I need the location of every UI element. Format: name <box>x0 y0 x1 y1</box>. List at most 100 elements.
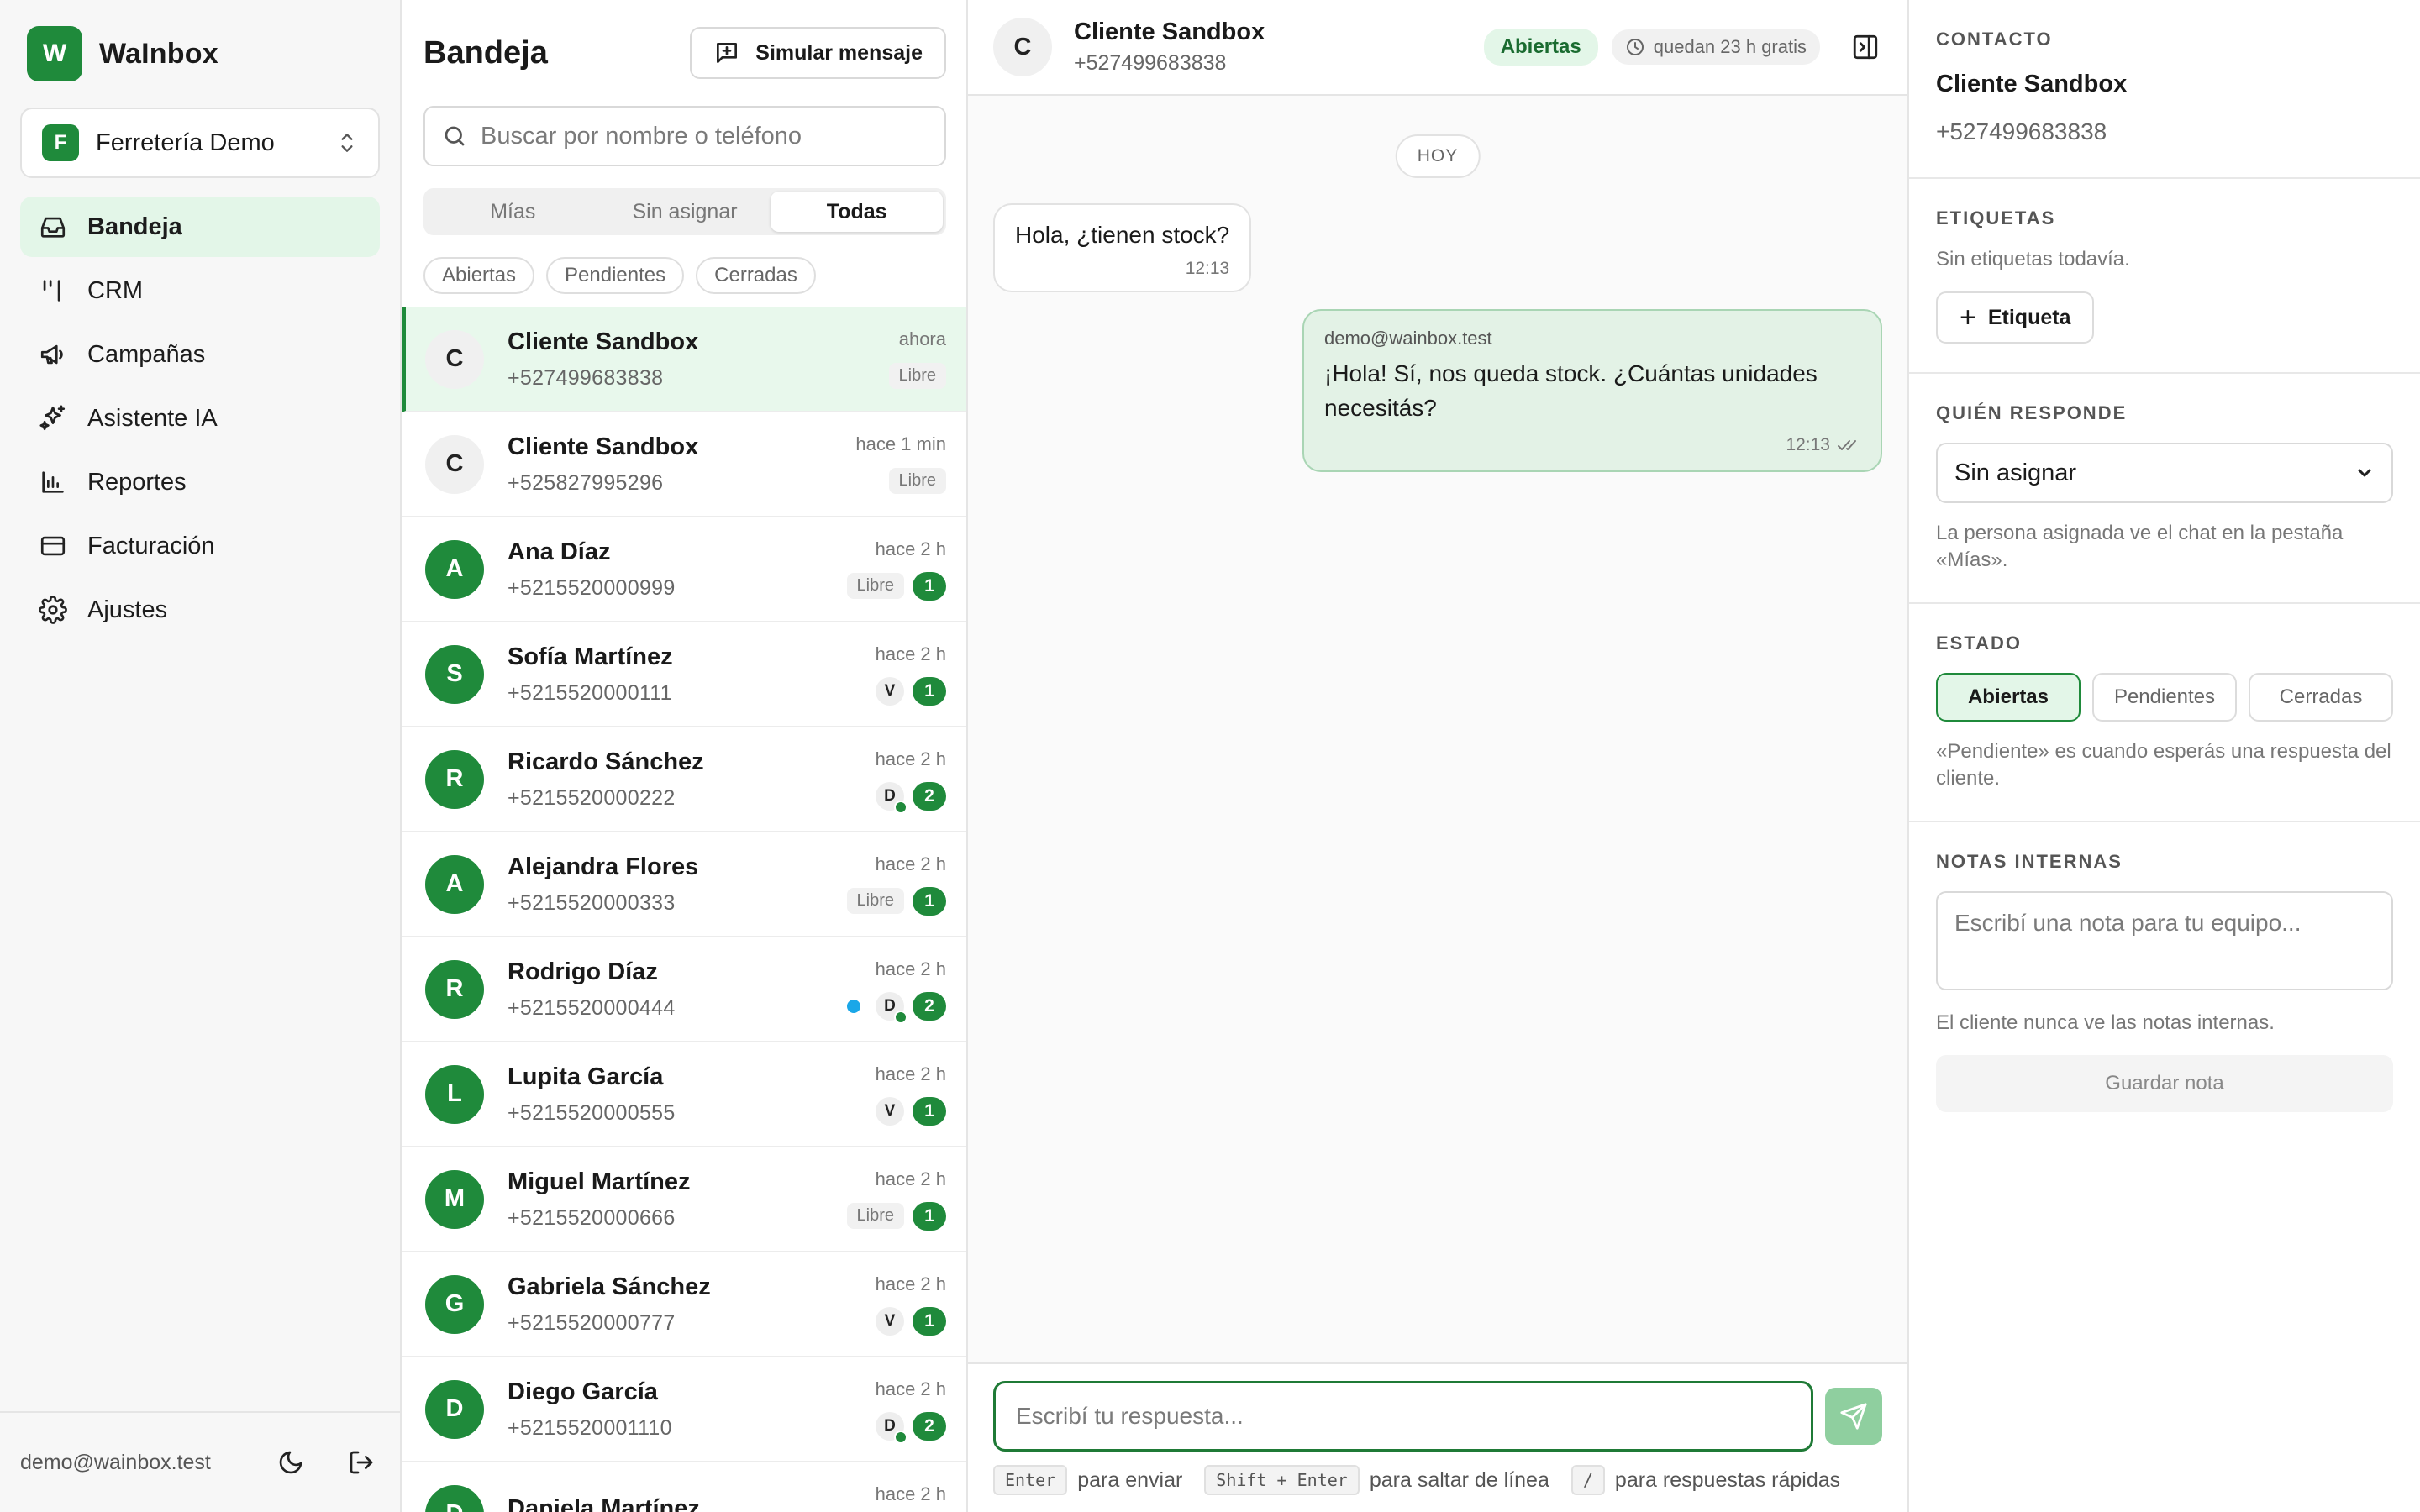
labels-empty-text: Sin etiquetas todavía. <box>1936 248 2130 270</box>
conversation-time: hace 2 h <box>875 643 946 664</box>
panel-right-icon <box>1853 34 1878 60</box>
conversation-name: Sofía Martínez <box>508 643 673 670</box>
state-help-text: «Pendiente» es cuando esperás una respue… <box>1936 740 2391 790</box>
app-root: W WaInbox F Ferretería Demo Bandeja CRM Ca… <box>0 0 2420 1512</box>
avatar: A <box>425 539 484 599</box>
conversation-time: hace 2 h <box>875 1273 946 1294</box>
search-input[interactable] <box>481 122 928 150</box>
segment-tab[interactable]: Todas <box>771 192 944 232</box>
state-option-button[interactable]: Pendientes <box>2092 673 2237 722</box>
sidebar-item-label: CRM <box>87 276 144 304</box>
save-note-button[interactable]: Guardar nota <box>1936 1055 2393 1112</box>
chat-header: C Cliente Sandbox +527499683838 Abiertas… <box>968 0 1907 96</box>
state-option-button[interactable]: Cerradas <box>2249 673 2393 722</box>
conversation-meta: hace 2 h D2 <box>875 1378 946 1444</box>
conversation-meta: hace 2 h D2 <box>847 958 946 1024</box>
filter-chip[interactable]: Abiertas <box>424 257 535 294</box>
clock-icon <box>1626 39 1644 55</box>
chevron-up-down-icon <box>341 134 353 152</box>
conversation-name: Ricardo Sánchez <box>508 748 704 775</box>
conversation-row[interactable]: D Diego García +5215520001110 hace 2 hD2 <box>402 1357 966 1462</box>
keyboard-key: Shift + Enter <box>1204 1465 1360 1495</box>
sparkles-icon <box>39 405 66 431</box>
sidebar-item-bandeja[interactable]: Bandeja <box>20 197 380 257</box>
sidebar-item-reportes[interactable]: Reportes <box>20 452 380 512</box>
segment-tab[interactable]: Sin asignar <box>599 192 771 232</box>
sidebar-item-facturacion[interactable]: Facturación <box>20 516 380 576</box>
conversation-info: Cliente Sandbox +525827995296 <box>508 433 855 496</box>
inbox-title: Bandeja <box>424 34 548 71</box>
conversation-time: hace 1 min <box>855 433 946 454</box>
search-box[interactable] <box>424 106 946 166</box>
conversation-tags: Libre 1 <box>846 1201 946 1231</box>
conversation-info: Sofía Martínez +5215520000111 <box>508 643 876 706</box>
conversation-tags: D2 <box>876 1411 946 1444</box>
logout-button[interactable] <box>343 1444 380 1481</box>
avatar: S <box>425 644 484 704</box>
sidebar-item-campanas[interactable]: Campañas <box>20 324 380 385</box>
state-section: ESTADO Abiertas Pendientes Cerradas «Pendi… <box>1909 604 2420 822</box>
conversation-row[interactable]: R Rodrigo Díaz +5215520000444 hace 2 h D2 <box>402 937 966 1042</box>
incoming-message: Hola, ¿tienen stock? 12:13 <box>993 203 1252 292</box>
assignee-selected-value: Sin asignar <box>1954 459 2077 486</box>
online-indicator <box>894 1430 908 1444</box>
avatar: R <box>425 959 484 1019</box>
sidebar-item-asistente-ia[interactable]: Asistente IA <box>20 388 380 449</box>
conversation-row[interactable]: S Sofía Martínez +5215520000111 hace 2 h V1 <box>402 622 966 727</box>
chat-panel: C Cliente Sandbox +527499683838 Abiertas… <box>968 0 1909 1512</box>
conversation-phone: +5215520000222 <box>508 785 676 810</box>
assignee-select[interactable]: Sin asignar <box>1936 443 2393 503</box>
moon-icon <box>279 1451 302 1474</box>
filter-chip[interactable]: Cerradas <box>696 257 816 294</box>
avatar: A <box>425 854 484 914</box>
hint-text: para saltar de línea <box>1369 1467 1549 1492</box>
conversation-row[interactable]: G Gabriela Sánchez +5215520000777 hace 2 h V… <box>402 1252 966 1357</box>
conversation-phone: +5215520000111 <box>508 680 672 705</box>
theme-toggle-button[interactable] <box>272 1444 309 1481</box>
segment-tab[interactable]: Mías <box>427 192 599 232</box>
conversation-row[interactable]: L Lupita García +5215520000555 hace 2 h V1 <box>402 1042 966 1147</box>
conversation-tags: D2 <box>847 991 946 1024</box>
credit-card-icon <box>40 536 66 556</box>
keyboard-key: / <box>1570 1465 1605 1495</box>
message-plus-icon <box>717 43 738 63</box>
simulate-message-button[interactable]: Simular mensaje <box>690 27 946 79</box>
internal-note-input[interactable] <box>1936 891 2393 990</box>
conversation-time: hace 2 h <box>875 853 946 874</box>
conversation-phone: +5215520000555 <box>508 1100 676 1125</box>
state-option-button[interactable]: Abiertas <box>1936 673 2081 722</box>
agent-initial: V <box>884 681 896 700</box>
conversation-row[interactable]: R Ricardo Sánchez +5215520000222 hace 2 h D2 <box>402 727 966 832</box>
brand-logo: W <box>27 26 82 81</box>
conversation-name: Cliente Sandbox <box>508 433 699 460</box>
sidebar-item-crm[interactable]: CRM <box>20 260 380 321</box>
conversation-row[interactable]: D Daniela Martínez hace 2 h <box>402 1462 966 1512</box>
unassigned-tag: Libre <box>846 573 904 599</box>
sidebar-item-ajustes[interactable]: Ajustes <box>20 580 380 640</box>
conversation-info: Ricardo Sánchez +5215520000222 <box>508 748 876 811</box>
logout-icon <box>350 1451 373 1474</box>
agent-avatar: D <box>876 991 908 1024</box>
conversation-row[interactable]: A Ana Díaz +5215520000999 hace 2 h Libre 1 <box>402 517 966 622</box>
send-button[interactable] <box>1825 1388 1882 1445</box>
megaphone-icon <box>40 344 63 365</box>
agent-initial: V <box>884 1311 896 1330</box>
conversation-time: hace 2 h <box>875 1483 946 1504</box>
sidebar-item-label: Facturación <box>87 532 215 559</box>
unread-count-badge: 1 <box>913 886 946 916</box>
conversation-time: hace 2 h <box>875 1378 946 1399</box>
conversation-name: Gabriela Sánchez <box>508 1273 711 1300</box>
reply-input[interactable] <box>993 1381 1813 1452</box>
conversation-row[interactable]: M Miguel Martínez +5215520000666 hace 2 h Li… <box>402 1147 966 1252</box>
toggle-details-button[interactable] <box>1849 30 1882 64</box>
filter-chip[interactable]: Pendientes <box>546 257 685 294</box>
org-switcher[interactable]: F Ferretería Demo <box>20 108 380 178</box>
unread-count-badge: 1 <box>913 1096 946 1126</box>
conversation-row[interactable]: C Cliente Sandbox +525827995296 hace 1 min L… <box>402 412 966 517</box>
conversation-name: Rodrigo Díaz <box>508 958 658 985</box>
composer-row <box>993 1381 1882 1452</box>
conversation-row[interactable]: A Alejandra Flores +5215520000333 hace 2 h L… <box>402 832 966 937</box>
avatar: M <box>425 1169 484 1229</box>
conversation-row[interactable]: C Cliente Sandbox +527499683838 ahora Libre <box>402 307 966 412</box>
add-label-button[interactable]: + Etiqueta <box>1936 291 2095 344</box>
